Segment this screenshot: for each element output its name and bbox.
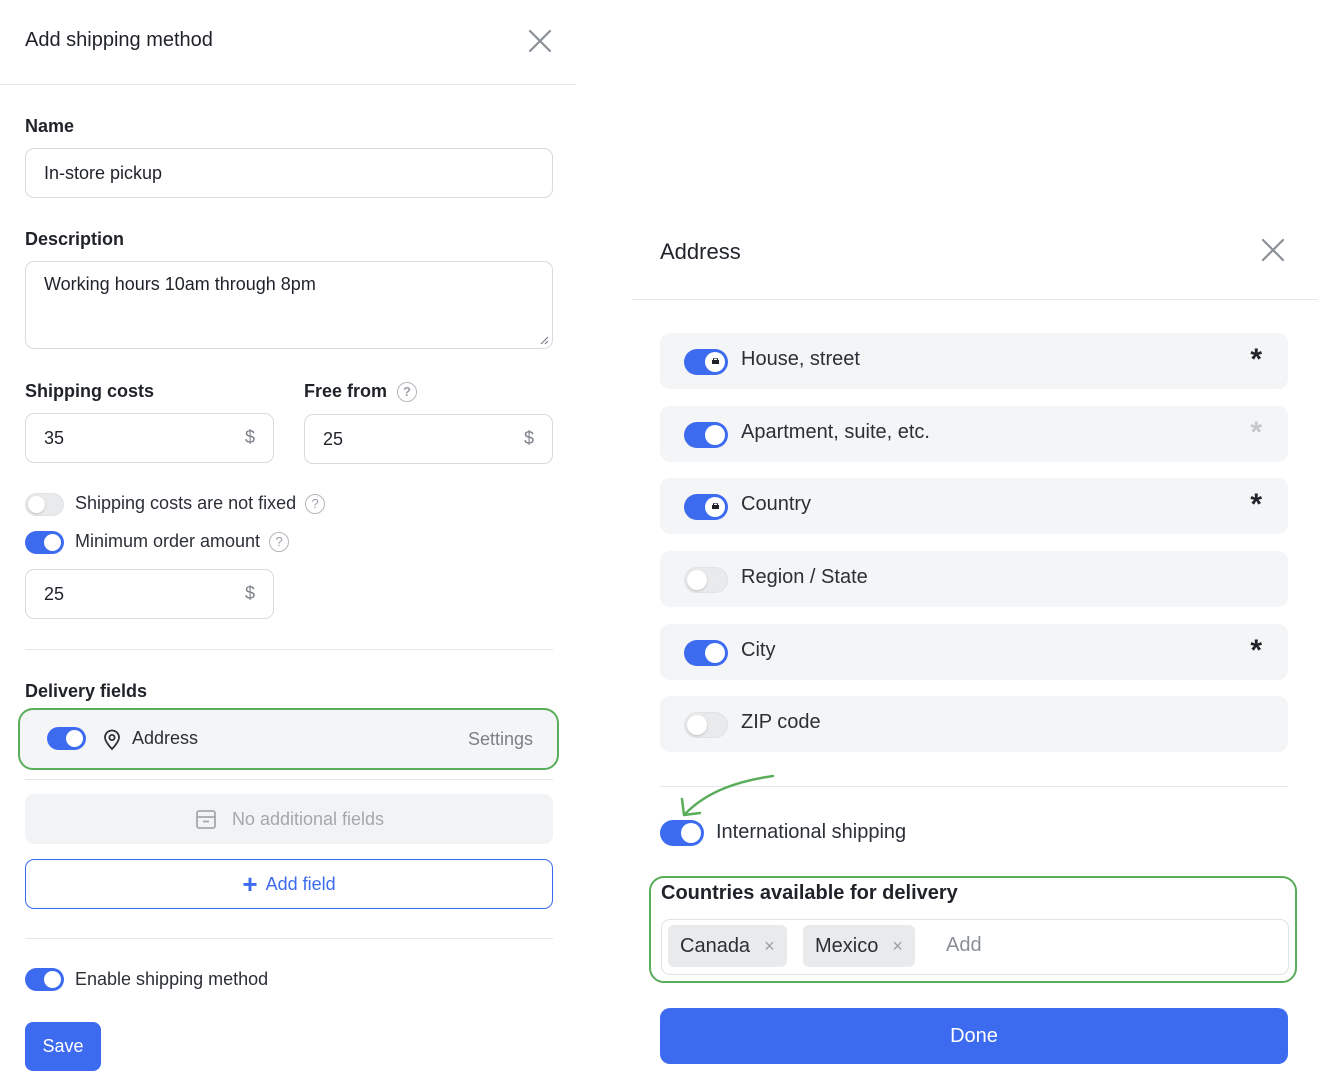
shipping-costs-input[interactable]: 35 $ [25,413,274,463]
countries-delivery-section: Countries available for delivery Canada … [649,876,1297,983]
free-from-input[interactable]: 25 $ [304,414,553,464]
free-from-value: 25 [323,428,344,449]
required-asterisk[interactable]: * [1250,636,1262,666]
country-tag: Canada × [668,925,787,967]
address-label: Address [132,728,199,748]
done-button[interactable]: Done [660,1008,1288,1064]
description-label: Description [25,229,125,249]
no-additional-fields-placeholder: No additional fields [25,794,553,844]
field-row-apartment: Apartment, suite, etc. * [660,406,1288,462]
min-order-label: Minimum order amount [75,531,261,551]
delivery-fields-label: Delivery fields [25,681,148,701]
annotation-arrow-icon [680,774,775,817]
add-field-button[interactable]: + Add field [25,859,553,909]
field-label: City [741,639,776,661]
field-row-city: City * [660,624,1288,680]
close-icon[interactable] [1261,238,1287,264]
field-row-house-street: House, street * [660,333,1288,389]
plus-icon: + [242,869,258,899]
min-order-value: 25 [44,583,65,604]
description-value: Working hours 10am through 8pm [44,274,316,294]
min-order-toggle[interactable] [25,531,64,554]
name-label: Name [25,116,75,136]
field-label: Region / State [741,566,868,588]
panel-title: Add shipping method [25,29,213,51]
add-shipping-method-panel: Add shipping method Name In-store pickup… [0,0,576,1092]
countries-tag-input[interactable]: Canada × Mexico × Add [661,919,1289,975]
house-street-toggle[interactable] [684,349,728,375]
required-asterisk[interactable]: * [1250,490,1262,520]
not-fixed-label-group: Shipping costs are not fixed ? [75,493,326,514]
region-state-toggle[interactable] [684,567,728,593]
zip-code-toggle[interactable] [684,712,728,738]
country-tag-label: Canada [680,934,751,957]
archive-icon [196,810,216,829]
description-textarea[interactable]: Working hours 10am through 8pm [25,261,553,349]
international-shipping-toggle[interactable] [660,820,704,846]
help-icon[interactable]: ? [269,531,290,552]
city-toggle[interactable] [684,640,728,666]
min-order-input[interactable]: 25 $ [25,569,274,619]
enable-shipping-toggle[interactable] [25,968,64,991]
help-icon[interactable]: ? [305,493,326,514]
address-settings-link[interactable]: Settings [468,729,533,750]
free-from-label: Free from [304,381,388,401]
shipping-costs-label: Shipping costs [25,381,155,401]
lock-icon [712,503,719,509]
required-asterisk[interactable]: * [1250,345,1262,375]
address-field-row: Address Settings [18,708,559,770]
currency-symbol: $ [244,583,255,603]
panel-header: Add shipping method [0,0,576,85]
panel-header: Address [632,208,1318,300]
not-fixed-toggle[interactable] [25,493,64,516]
currency-symbol: $ [244,427,255,447]
divider [25,779,553,780]
shipping-costs-value: 35 [44,427,65,448]
field-label: Apartment, suite, etc. [741,421,930,443]
add-field-label: Add field [265,873,336,894]
field-label: Country [741,493,812,515]
add-country-input[interactable]: Add [946,934,982,957]
countries-label: Countries available for delivery [661,882,958,904]
enable-shipping-label: Enable shipping method [75,969,269,989]
field-label: House, street [741,348,860,370]
not-fixed-label: Shipping costs are not fixed [75,493,297,513]
international-shipping-label: International shipping [716,821,907,843]
apartment-toggle[interactable] [684,422,728,448]
no-fields-label: No additional fields [231,808,385,829]
optional-asterisk[interactable]: * [1250,418,1262,448]
country-toggle[interactable] [684,494,728,520]
field-label: ZIP code [741,711,821,733]
country-tag: Mexico × [803,925,915,967]
name-input-value: In-store pickup [44,162,163,183]
panel-title: Address [660,239,741,264]
country-tag-label: Mexico [815,934,879,957]
lock-icon [712,358,719,364]
help-icon[interactable]: ? [397,381,418,402]
field-row-zip-code: ZIP code [660,696,1288,752]
address-settings-panel: Address House, street * Apartment, suite… [632,208,1318,1092]
resize-handle-icon[interactable] [539,335,549,345]
field-row-region-state: Region / State [660,551,1288,607]
remove-tag-icon[interactable]: × [764,936,775,957]
location-pin-icon [104,729,120,751]
remove-tag-icon[interactable]: × [892,936,903,957]
close-icon[interactable] [528,29,554,55]
min-order-label-group: Minimum order amount ? [75,531,290,552]
divider [25,649,553,650]
name-input[interactable]: In-store pickup [25,148,553,198]
divider [25,938,553,939]
field-row-country: Country * [660,478,1288,534]
save-button[interactable]: Save [25,1022,101,1071]
address-toggle[interactable] [47,727,86,750]
currency-symbol: $ [523,428,534,448]
free-from-label-group: Free from ? [304,381,418,402]
